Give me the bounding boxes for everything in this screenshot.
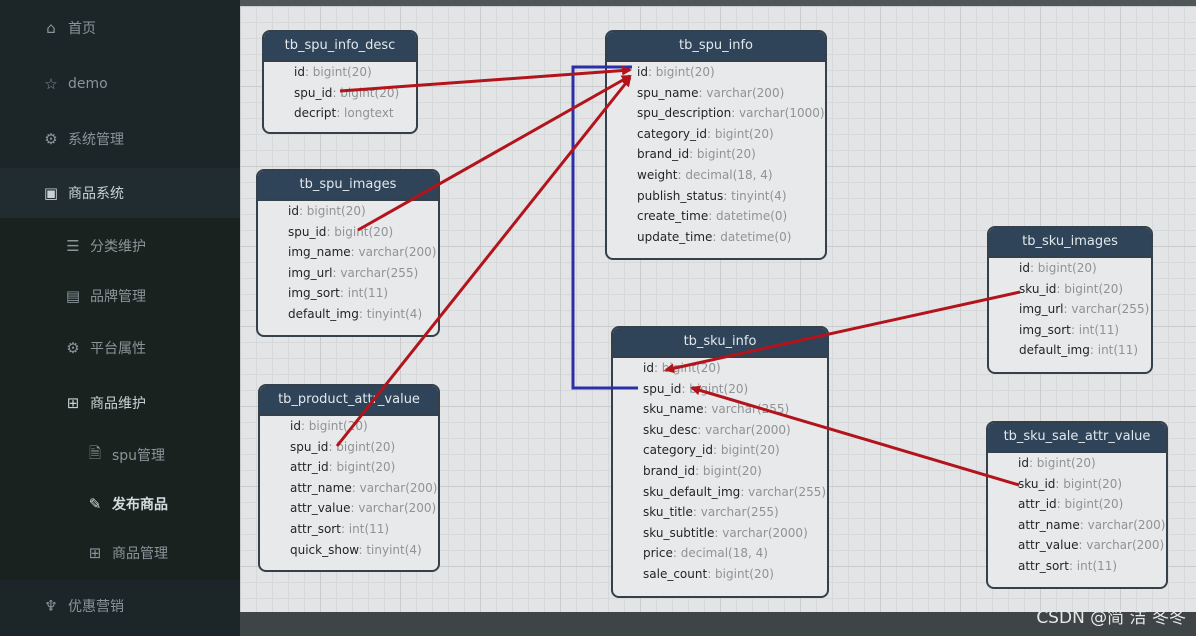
spu-doc-icon: 🗎 [88, 443, 102, 462]
sidebar-item-label: 商品管理 [112, 546, 168, 562]
sidebar-item-label: 商品系统 [68, 186, 124, 202]
relationship-arrows [335, 65, 1021, 487]
star-icon: ☆ [44, 75, 58, 93]
sidebar-item-label: 发布商品 [112, 497, 168, 513]
arrow-product-attr-value-to-spu-info [335, 76, 632, 447]
sidebar-item-label: demo [68, 76, 108, 92]
sidebar-item-label: 品牌管理 [90, 289, 146, 305]
product-system-icon: ▣ [43, 184, 59, 202]
edit-icon: ✎ [88, 495, 102, 513]
settings-icon: ⚙ [66, 339, 80, 357]
watermark: CSDN @简 洁 冬冬 [1036, 608, 1186, 628]
grid-icon: ⊞ [88, 544, 102, 562]
sidebar: ⌂ 首页 ☆ demo ⚙ 系统管理 ▣ 商品系统 ☰ 分类维护 ▤ 品牌管理 … [0, 0, 282, 636]
sidebar-item-label: 优惠营销 [68, 599, 124, 615]
sidebar-item-label: 系统管理 [68, 132, 124, 148]
sidebar-item-label: 平台属性 [90, 341, 146, 357]
brand-icon: ▤ [65, 287, 81, 305]
arrow-spu-info-desc-to-spu-info [339, 65, 632, 93]
spu-to-sku-bracket [571, 65, 638, 390]
er-diagram-canvas: tb_spu_info_desc id: bigint(20) spu_id: bi… [240, 6, 1196, 612]
sidebar-item-label: spu管理 [112, 448, 166, 464]
grid-icon: ⊞ [66, 394, 80, 412]
promotion-icon: ♆ [44, 597, 58, 615]
list-icon: ☰ [66, 237, 80, 255]
arrow-spu-images-to-spu-info [357, 74, 632, 232]
arrow-sku-sale-attr-to-sku-info [690, 385, 1020, 487]
gear-icon: ⚙ [44, 130, 58, 148]
sidebar-item-label: 商品维护 [90, 396, 146, 412]
sidebar-item-label: 首页 [68, 21, 96, 37]
home-icon: ⌂ [46, 19, 56, 37]
sidebar-item-label: 分类维护 [90, 239, 146, 255]
arrow-sku-images-to-sku-info [664, 290, 1021, 374]
